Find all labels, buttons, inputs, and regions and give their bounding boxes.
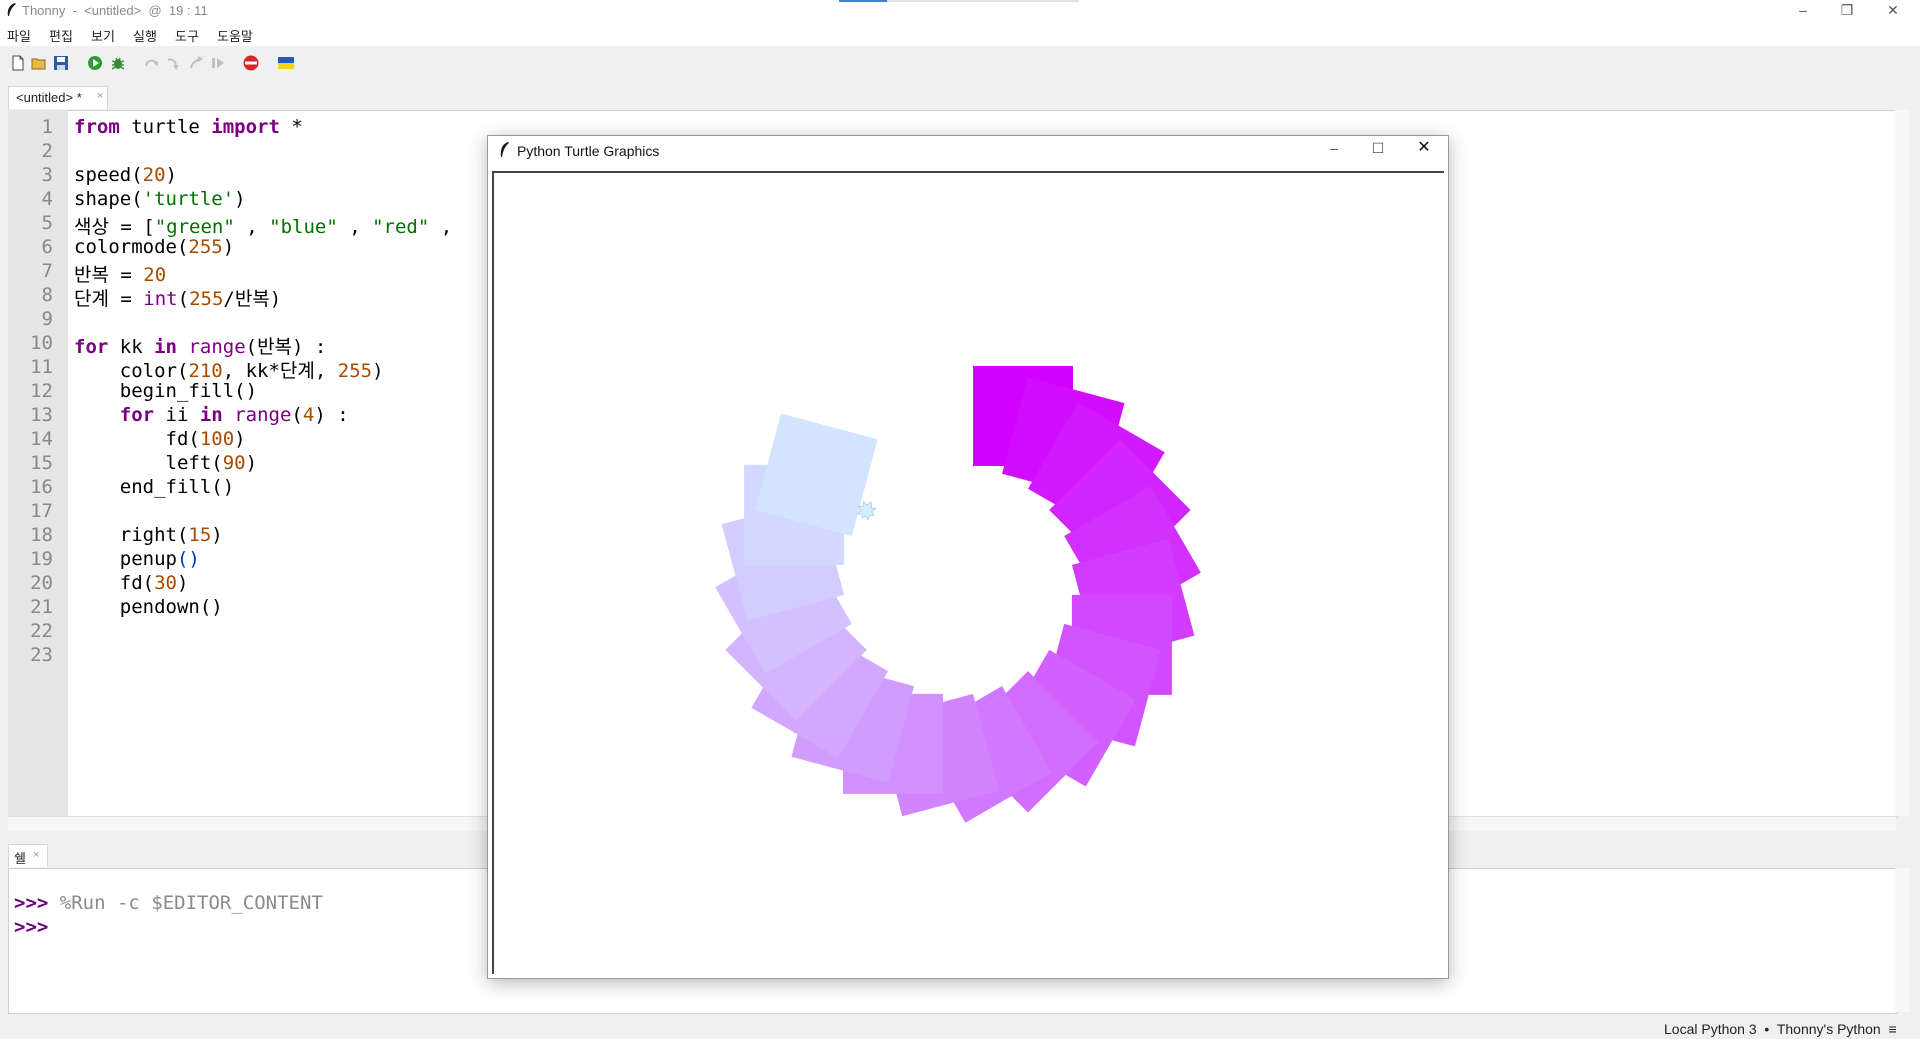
code-line-1: from turtle import * (74, 116, 303, 138)
line-number: 10 (30, 332, 53, 354)
line-number: 1 (41, 116, 53, 138)
line-number: 22 (30, 620, 53, 642)
code-line-8: 단계 = int(255/반복) (74, 288, 282, 310)
resume-icon[interactable] (210, 55, 226, 71)
line-number: 11 (30, 356, 53, 378)
tk-feather-icon (500, 142, 509, 157)
save-icon[interactable] (53, 55, 69, 71)
turtle-close-button[interactable]: ✕ (1403, 138, 1445, 160)
shell-command: %Run -c $EDITOR_CONTENT (48, 892, 323, 914)
line-number: 7 (41, 260, 53, 282)
thonny-feather-icon (7, 3, 17, 16)
shell-line-1: >>> %Run -c $EDITOR_CONTENT (14, 892, 323, 914)
line-number: 21 (30, 596, 53, 618)
menu-tools[interactable]: 도구 (175, 26, 199, 45)
code-line-20: fd(30) (74, 572, 189, 594)
editor-tab-close-icon[interactable]: × (97, 90, 103, 102)
line-number: 12 (30, 380, 53, 402)
shell-prompt: >>> (14, 892, 49, 914)
step-over-icon[interactable] (144, 55, 160, 71)
stop-icon[interactable] (243, 55, 259, 71)
line-number: 18 (30, 524, 53, 546)
debug-icon[interactable] (110, 55, 126, 71)
code-line-12: begin_fill() (74, 380, 258, 402)
menu-bar (0, 22, 1920, 46)
line-number: 5 (41, 212, 53, 234)
code-line-10: for kk in range(반복) : (74, 336, 327, 358)
step-out-icon[interactable] (188, 55, 204, 71)
code-line-4: shape('turtle') (74, 188, 246, 210)
line-number: 23 (30, 644, 53, 666)
line-number: 17 (30, 500, 53, 522)
turtle-window-title: Python Turtle Graphics (517, 143, 660, 159)
menu-view[interactable]: 보기 (91, 26, 115, 45)
shell-prompt: >>> (14, 916, 49, 938)
run-icon[interactable] (87, 55, 103, 71)
code-line-16: end_fill() (74, 476, 235, 498)
status-bar (0, 1016, 1920, 1039)
line-number: 3 (41, 164, 53, 186)
line-number: 13 (30, 404, 53, 426)
restore-button[interactable]: ❐ (1826, 0, 1868, 22)
new-icon[interactable] (10, 55, 26, 71)
turtle-canvas[interactable] (492, 171, 1444, 974)
line-number: 20 (30, 572, 53, 594)
code-line-18: right(15) (74, 524, 223, 546)
turtle-minimize-button[interactable]: – (1313, 138, 1355, 160)
close-button[interactable]: ✕ (1872, 0, 1914, 22)
line-number: 4 (41, 188, 53, 210)
menu-help[interactable]: 도움말 (217, 26, 253, 45)
open-icon[interactable] (31, 55, 47, 71)
turtle-drawing (715, 366, 1201, 823)
code-line-19: penup() (74, 548, 200, 570)
line-number: 2 (41, 140, 53, 162)
window-title: Thonny - <untitled> @ 19 : 11 (22, 3, 208, 18)
line-number: 15 (30, 452, 53, 474)
code-line-13: for ii in range(4) : (119, 404, 349, 426)
shell-vertical-scrollbar[interactable] (1895, 868, 1909, 1012)
code-line-3: speed(20) (74, 164, 177, 186)
code-line-21: pendown() (74, 596, 223, 618)
menu-edit[interactable]: 편집 (49, 26, 73, 45)
line-number: 14 (30, 428, 53, 450)
line-number: 8 (41, 284, 53, 306)
menu-run[interactable]: 실행 (133, 26, 157, 45)
code-line-5: 색상 = ["green" , "blue" , "red" , (74, 216, 453, 238)
line-number: 16 (30, 476, 53, 498)
code-line-11: color(210, kk*단계, 255) (74, 360, 384, 382)
step-into-icon[interactable] (166, 55, 182, 71)
code-line-15: left(90) (74, 452, 258, 474)
line-number: 6 (41, 236, 53, 258)
editor-vertical-scrollbar[interactable] (1895, 110, 1909, 816)
line-number: 19 (30, 548, 53, 570)
code-line-6: colormode(255) (74, 236, 235, 258)
title-bar (0, 0, 1920, 22)
line-number: 9 (41, 308, 53, 330)
title-progress-fill (839, 0, 887, 2)
interpreter-status[interactable]: Local Python 3 • Thonny's Python ≡ (1664, 1021, 1897, 1037)
shell-tab-close-icon[interactable]: × (33, 849, 39, 861)
code-line-14: fd(100) (74, 428, 246, 450)
ukraine-flag-icon[interactable] (278, 55, 294, 71)
code-line-7: 반복 = 20 (74, 264, 167, 286)
menu-file[interactable]: 파일 (7, 26, 31, 45)
shell-line-2[interactable]: >>> (14, 916, 48, 938)
turtle-maximize-button[interactable]: ☐ (1357, 138, 1399, 160)
minimize-button[interactable]: – (1782, 0, 1824, 22)
editor-tab-label: <untitled> * (16, 90, 82, 105)
shell-tab-label: 쉘 (14, 851, 26, 866)
